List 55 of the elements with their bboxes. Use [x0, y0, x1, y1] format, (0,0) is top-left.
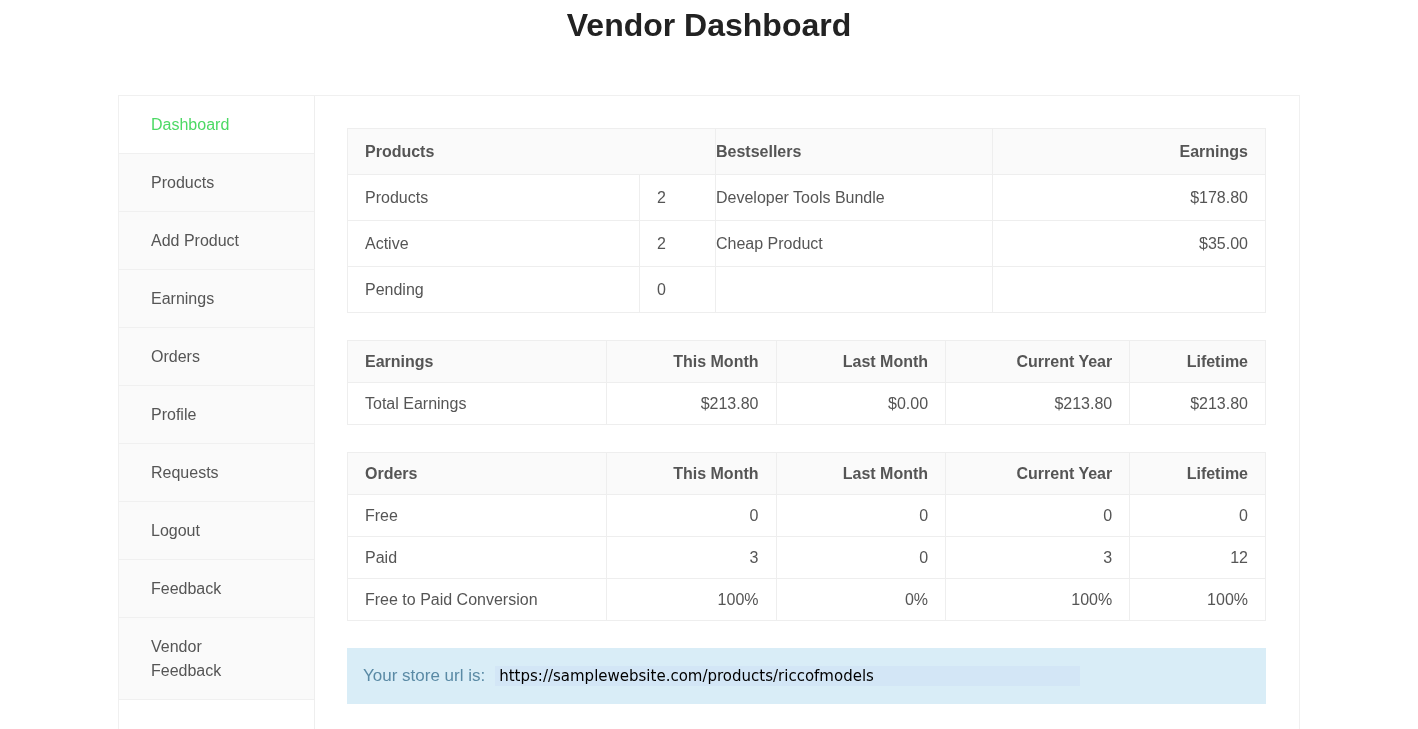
- column-header: This Month: [606, 340, 776, 383]
- table-cell: 0%: [776, 578, 946, 621]
- column-header: Lifetime: [1129, 452, 1266, 495]
- table-cell: 0: [639, 266, 716, 313]
- page-title: Vendor Dashboard: [565, 6, 853, 45]
- sidebar-item[interactable]: Vendor Feedback: [119, 618, 314, 700]
- table-cell: 0: [945, 494, 1130, 537]
- column-header: Products: [347, 128, 716, 175]
- table-cell: 3: [606, 536, 776, 579]
- table-cell: $213.80: [1129, 382, 1266, 425]
- sidebar-item[interactable]: Add Product: [119, 212, 314, 270]
- table-cell: Paid: [347, 536, 607, 579]
- column-header: Last Month: [776, 452, 946, 495]
- store-url-label: Your store url is:: [363, 665, 486, 688]
- table-cell: 100%: [1129, 578, 1266, 621]
- column-header: Bestsellers: [715, 128, 993, 175]
- table-cell: 12: [1129, 536, 1266, 579]
- table-cell: $35.00: [992, 220, 1266, 267]
- sidebar-item[interactable]: Feedback: [119, 560, 314, 618]
- column-header: Earnings: [992, 128, 1266, 175]
- table-cell: 0: [776, 494, 946, 537]
- column-header: Lifetime: [1129, 340, 1266, 383]
- table-cell: Active: [347, 220, 640, 267]
- table-cell: 3: [945, 536, 1130, 579]
- sidebar-item[interactable]: Logout: [119, 502, 314, 560]
- table-cell: Developer Tools Bundle: [715, 174, 993, 221]
- table-cell: $213.80: [945, 382, 1130, 425]
- column-header: This Month: [606, 452, 776, 495]
- table-cell: $213.80: [606, 382, 776, 425]
- sidebar-item[interactable]: Profile: [119, 386, 314, 444]
- column-header: Orders: [347, 452, 607, 495]
- table-cell: 0: [1129, 494, 1266, 537]
- table-cell: Free to Paid Conversion: [347, 578, 607, 621]
- table-cell: $0.00: [776, 382, 946, 425]
- sidebar-item[interactable]: Orders: [119, 328, 314, 386]
- table-cell: 0: [606, 494, 776, 537]
- table-cell: 2: [639, 174, 716, 221]
- table-cell: 100%: [945, 578, 1130, 621]
- table-cell: 2: [639, 220, 716, 267]
- store-url-field[interactable]: https://samplewebsite.com/products/riccofmodels: [495, 666, 1081, 686]
- column-header: Current Year: [945, 452, 1130, 495]
- sidebar-item[interactable]: Earnings: [119, 270, 314, 328]
- sidebar-item[interactable]: Requests: [119, 444, 314, 502]
- table-cell: Total Earnings: [347, 382, 607, 425]
- table-cell: $178.80: [992, 174, 1266, 221]
- table-cell: 100%: [606, 578, 776, 621]
- table-cell: Cheap Product: [715, 220, 993, 267]
- sidebar-item[interactable]: Products: [119, 154, 314, 212]
- column-header: Current Year: [945, 340, 1130, 383]
- table-cell: Pending: [347, 266, 640, 313]
- column-header: Last Month: [776, 340, 946, 383]
- column-header: Earnings: [347, 340, 607, 383]
- table-cell: Free: [347, 494, 607, 537]
- table-cell: Products: [347, 174, 640, 221]
- table-cell: 0: [776, 536, 946, 579]
